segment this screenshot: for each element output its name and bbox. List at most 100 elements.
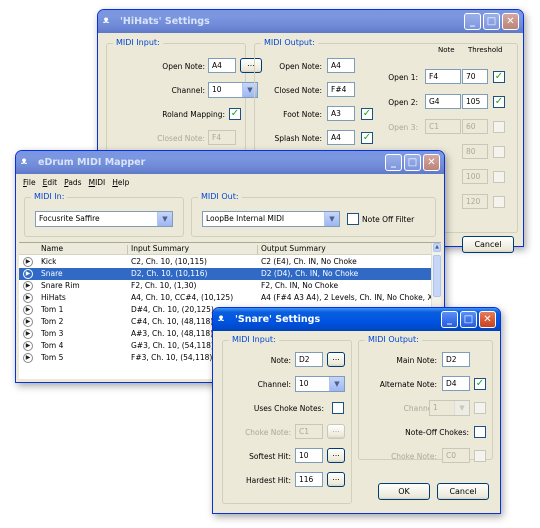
open-4-checkbox[interactable] [493, 146, 505, 158]
menu-pads[interactable]: Pads [64, 178, 81, 187]
menu-file[interactable]: File [23, 178, 36, 187]
softest-hit-browse-button[interactable]: ... [327, 448, 345, 463]
hihats-titlebar[interactable]: ᴥ 'HiHats' Settings _ □ ✕ [98, 10, 523, 33]
open-2-checkbox[interactable]: ✓ [493, 96, 505, 108]
play-icon[interactable]: ▶ [23, 341, 33, 351]
note-off-chokes-checkbox[interactable] [474, 426, 486, 438]
note-off-filter-checkbox[interactable] [347, 213, 359, 225]
menu-midi[interactable]: MIDI [89, 178, 106, 187]
open-2-note-field[interactable]: G4 [425, 94, 461, 109]
play-icon[interactable]: ▶ [23, 257, 33, 267]
pad-input-summary: G#3, Ch. 10, (54,118) [131, 341, 214, 350]
column-header-input-summary[interactable]: Input Summary [131, 244, 189, 253]
snare-choke-note-field[interactable]: C1 [295, 424, 323, 439]
open-4-threshold-field[interactable]: 80 [462, 144, 488, 159]
softest-hit-label: Softest Hit: [249, 452, 291, 461]
play-icon[interactable]: ▶ [23, 317, 33, 327]
pad-name: Tom 4 [41, 341, 64, 350]
snare-cancel-button[interactable]: Cancel [437, 483, 489, 500]
maximize-icon[interactable]: □ [460, 311, 477, 328]
pad-row-snare-rim[interactable]: ▶ Snare Rim F2, Ch. 10, (1,30) F2, Ch. I… [19, 280, 431, 292]
uses-choke-notes-checkbox[interactable] [332, 402, 344, 414]
snare-channel-label: Channel: [257, 380, 291, 389]
mapper-title: eDrum MIDI Mapper [38, 157, 146, 168]
snare-choke-note-label: Choke Note: [245, 428, 291, 437]
play-icon[interactable]: ▶ [23, 269, 33, 279]
pad-row-hihats[interactable]: ▶ HiHats A4, Ch. 10, CC#4, (10,125) A4 (… [19, 292, 433, 304]
play-icon[interactable]: ▶ [23, 353, 33, 363]
foot-note-checkbox[interactable]: ✓ [361, 108, 373, 120]
alternate-note-checkbox[interactable]: ✓ [474, 378, 486, 390]
pad-row-kick[interactable]: ▶ Kick C2, Ch. 10, (10,115) C2 (E4), Ch.… [19, 256, 431, 268]
midi-in-select[interactable]: Focusrite Saffire ▼ [35, 211, 173, 227]
midi-out-select[interactable]: LoopBe Internal MIDI ▼ [202, 211, 340, 227]
splash-note-field[interactable]: A4 [327, 130, 355, 145]
open-5-checkbox[interactable] [493, 171, 505, 183]
open-3-checkbox[interactable] [493, 121, 505, 133]
hihats-cancel-button[interactable]: Cancel [462, 236, 514, 253]
alternate-note-field[interactable]: D4 [442, 376, 470, 391]
maximize-icon[interactable]: □ [483, 13, 500, 30]
open-1-checkbox[interactable]: ✓ [493, 71, 505, 83]
pad-input-summary: D2, Ch. 10, (10,116) [131, 269, 208, 278]
snare-ok-button[interactable]: OK [378, 483, 430, 500]
close-icon[interactable]: ✕ [479, 311, 496, 328]
channel-select[interactable]: 10 ▼ [208, 82, 258, 98]
close-icon[interactable]: ✕ [502, 13, 519, 30]
open-2-threshold-field[interactable]: 105 [462, 94, 488, 109]
play-icon[interactable]: ▶ [23, 293, 33, 303]
open-3-label: Open 3: [388, 123, 418, 132]
out-open-note-field[interactable]: A4 [327, 58, 355, 73]
open-3-threshold-field[interactable]: 60 [462, 119, 488, 134]
column-header-name[interactable]: Name [41, 244, 63, 253]
snare-choke-browse-button[interactable]: ... [327, 424, 345, 439]
open-1-note-field[interactable]: F4 [425, 69, 461, 84]
open-6-checkbox[interactable] [493, 196, 505, 208]
maximize-icon[interactable]: □ [404, 154, 421, 171]
hardest-hit-label: Hardest Hit: [246, 476, 291, 485]
minimize-icon[interactable]: _ [441, 311, 458, 328]
play-icon[interactable]: ▶ [23, 305, 33, 315]
snare-note-field[interactable]: D2 [295, 352, 323, 367]
scroll-up-icon[interactable]: ▲ [433, 243, 441, 252]
pad-output-summary: A4 (F#4 A3 A4), 2 Levels, Ch. IN, No Cho… [261, 293, 433, 302]
hardest-hit-field[interactable]: 116 [295, 472, 323, 487]
main-note-field[interactable]: D2 [442, 352, 470, 367]
snare-note-browse-button[interactable]: ... [327, 352, 345, 367]
play-icon[interactable]: ▶ [23, 329, 33, 339]
out-choke-note-field[interactable]: C0 [442, 448, 470, 463]
midi-out-legend: MIDI Out: [198, 192, 242, 201]
snare-titlebar[interactable]: ᴥ 'Snare' Settings _ □ ✕ [213, 308, 500, 331]
snare-channel-select[interactable]: 10 ▼ [295, 376, 345, 392]
mapper-titlebar[interactable]: ᴥ eDrum MIDI Mapper _ □ ✕ [16, 151, 444, 174]
closed-note-field[interactable]: F4 [208, 130, 236, 145]
out-choke-note-checkbox[interactable] [474, 450, 486, 462]
hardest-hit-browse-button[interactable]: ... [327, 472, 345, 487]
snare-settings-window: ᴥ 'Snare' Settings _ □ ✕ MIDI Input: Not… [212, 307, 501, 514]
menu-edit[interactable]: Edit [43, 178, 58, 187]
minimize-icon[interactable]: _ [385, 154, 402, 171]
open-3-note-field[interactable]: C1 [425, 119, 461, 134]
open-6-threshold-field[interactable]: 120 [462, 194, 488, 209]
closed-note-label: Closed Note: [157, 134, 205, 143]
out-channel-checkbox[interactable] [474, 402, 486, 414]
out-channel-select[interactable]: 1 ▼ [429, 400, 470, 416]
menu-help[interactable]: Help [112, 178, 129, 187]
pad-row-snare[interactable]: ▶ Snare D2, Ch. 10, (10,116) D2 (D4), Ch… [19, 268, 431, 280]
splash-note-checkbox[interactable]: ✓ [361, 132, 373, 144]
open-note-field[interactable]: A4 [208, 58, 236, 73]
snare-midi-output-group: MIDI Output: Main Note: D2 Alternate Not… [358, 335, 493, 463]
column-header-output-summary[interactable]: Output Summary [261, 244, 326, 253]
foot-note-field[interactable]: A3 [327, 106, 355, 121]
close-icon[interactable]: ✕ [423, 154, 440, 171]
hihats-midi-output-legend: MIDI Output: [261, 38, 318, 47]
roland-mapping-checkbox[interactable]: ✓ [229, 108, 241, 120]
open-1-threshold-field[interactable]: 70 [462, 69, 488, 84]
softest-hit-field[interactable]: 10 [295, 448, 323, 463]
play-icon[interactable]: ▶ [23, 281, 33, 291]
minimize-icon[interactable]: _ [464, 13, 481, 30]
open-5-threshold-field[interactable]: 100 [462, 169, 488, 184]
scroll-thumb[interactable] [433, 255, 441, 297]
midi-out-select-value: LoopBe Internal MIDI [206, 214, 285, 223]
out-closed-note-field[interactable]: F#4 [327, 82, 355, 97]
